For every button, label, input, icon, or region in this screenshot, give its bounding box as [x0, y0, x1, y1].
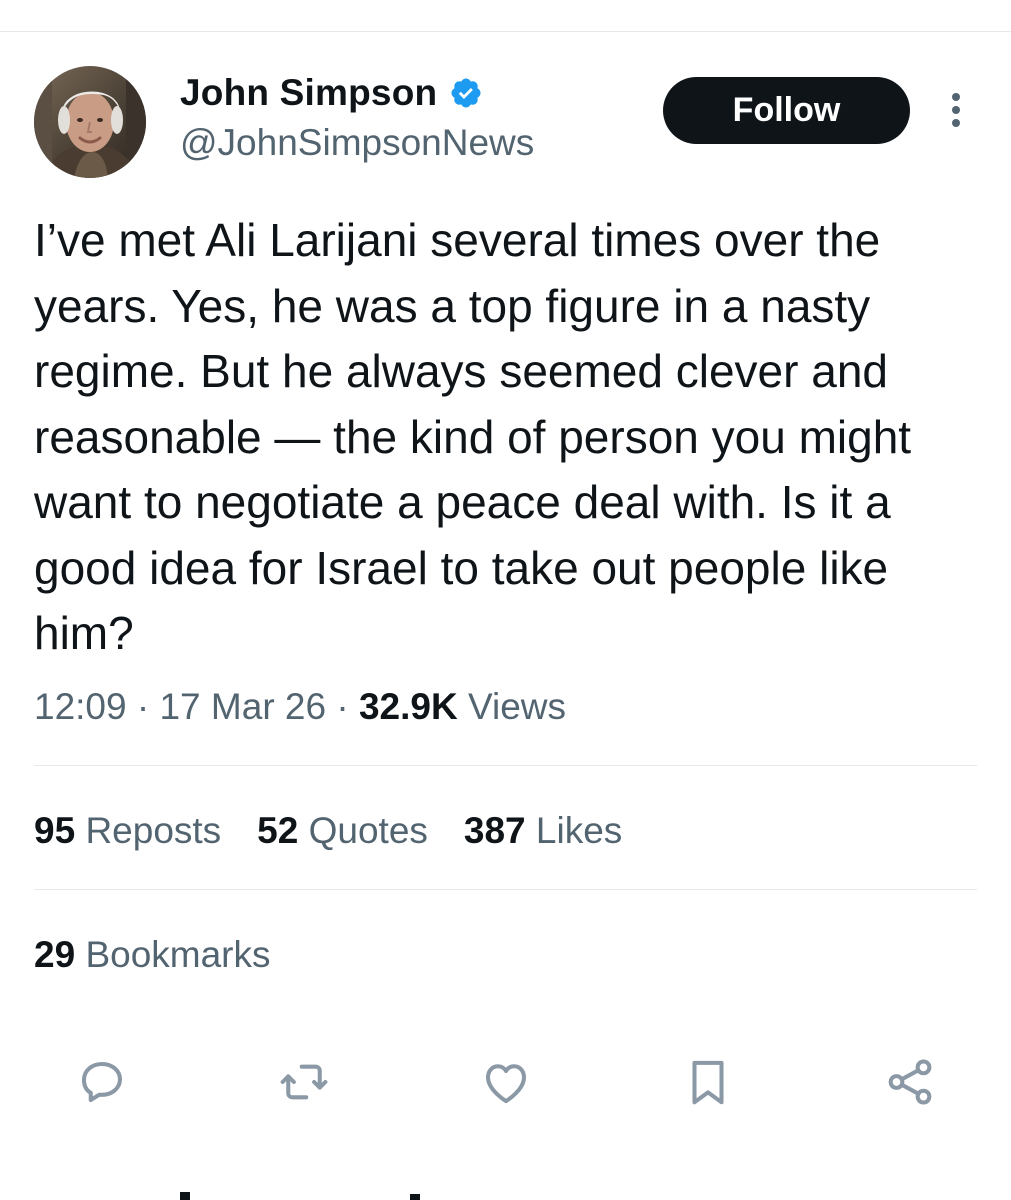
- reposts-label: Reposts: [85, 810, 222, 851]
- divider: [34, 765, 977, 766]
- like-icon: [485, 1064, 527, 1104]
- divider: [34, 889, 977, 890]
- bookmarks-label: Bookmarks: [85, 934, 271, 975]
- views-count[interactable]: 32.9K: [359, 686, 458, 727]
- reposts-stat[interactable]: 95 Reposts: [34, 806, 221, 856]
- views-label: Views: [467, 686, 567, 727]
- share-icon: [888, 1059, 932, 1105]
- author-handle[interactable]: @JohnSimpsonNews: [180, 120, 534, 166]
- likes-label: Likes: [535, 810, 623, 851]
- bookmarks-stat[interactable]: 29 Bookmarks: [34, 930, 271, 980]
- verified-badge-icon: [451, 78, 481, 108]
- reply-icon: [81, 1061, 123, 1103]
- bookmark-icon: [692, 1060, 724, 1105]
- profile-photo: [34, 66, 146, 178]
- quotes-stat[interactable]: 52 Quotes: [257, 806, 428, 856]
- tweet-time[interactable]: 12:09: [34, 686, 127, 727]
- like-button[interactable]: [474, 1050, 538, 1114]
- next-item-cutoff: [180, 1192, 420, 1200]
- tweet-actions-bar: [0, 1050, 1011, 1114]
- vertical-dots-icon[interactable]: [942, 90, 970, 130]
- reposts-count: 95: [34, 810, 76, 851]
- repost-icon: [280, 1064, 328, 1100]
- tweet-detail-view: John Simpson @JohnSimpsonNews Follow I’v…: [0, 0, 1011, 1200]
- follow-button[interactable]: Follow: [663, 77, 910, 144]
- avatar[interactable]: [34, 66, 146, 178]
- reply-button[interactable]: [70, 1050, 134, 1114]
- likes-count: 387: [463, 810, 526, 851]
- tweet-meta: 12:09 · 17 Mar 26 · 32.9K Views: [34, 682, 566, 732]
- likes-stat[interactable]: 387 Likes: [464, 806, 622, 856]
- author-name-row: John Simpson: [180, 70, 483, 116]
- quotes-label: Quotes: [308, 810, 428, 851]
- meta-separator: ·: [136, 686, 150, 727]
- share-button[interactable]: [878, 1050, 942, 1114]
- engagement-stats: 95 Reposts 52 Quotes 387 Likes: [34, 806, 622, 856]
- quotes-count: 52: [257, 810, 299, 851]
- top-divider: [0, 31, 1011, 32]
- tweet-date[interactable]: 17 Mar 26: [159, 686, 326, 727]
- repost-button[interactable]: [272, 1050, 336, 1114]
- bookmark-button[interactable]: [676, 1050, 740, 1114]
- bookmarks-count: 29: [34, 934, 76, 975]
- meta-separator: ·: [336, 686, 349, 727]
- tweet-text: I’ve met Ali Larijani several times over…: [34, 214, 912, 659]
- author-display-name[interactable]: John Simpson: [180, 70, 437, 116]
